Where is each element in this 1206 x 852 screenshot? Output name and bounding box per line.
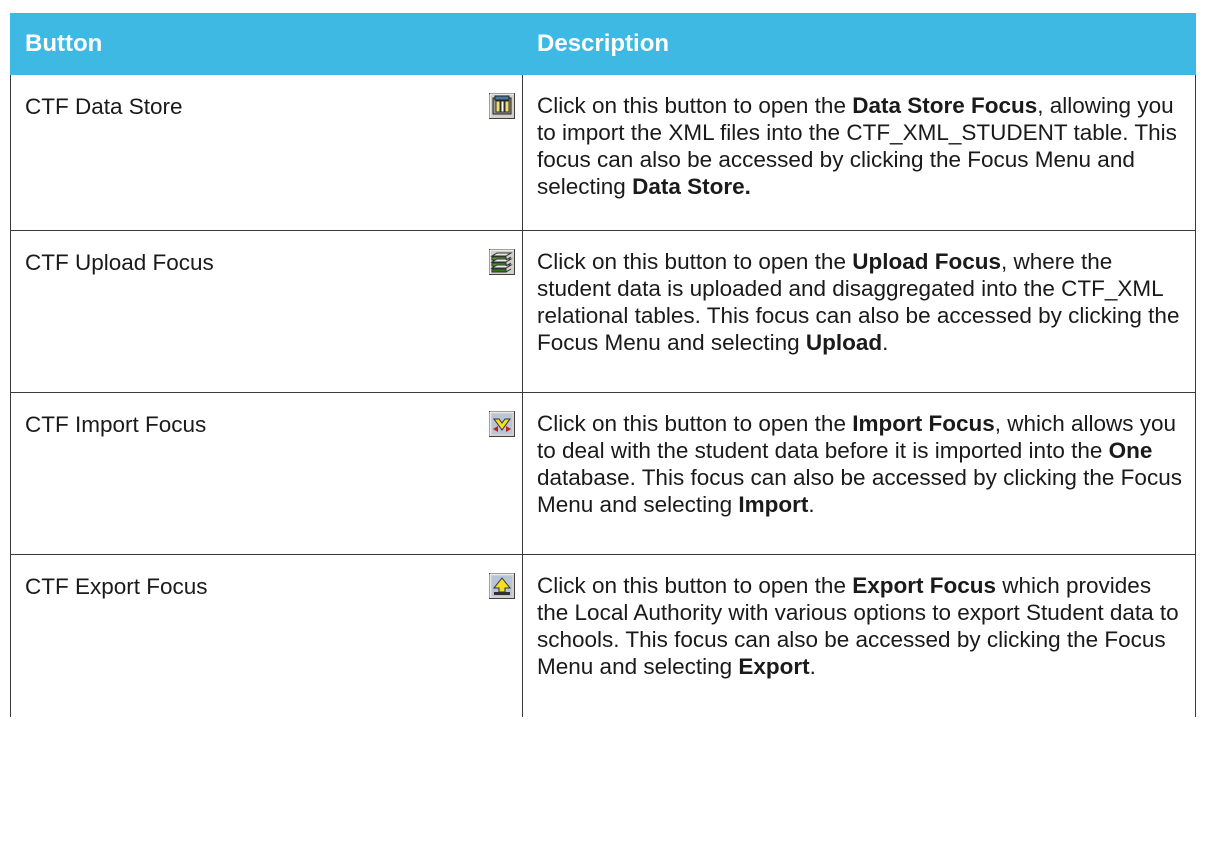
table-row: CTF Export Focus Click on this button to… [10,554,1196,717]
row-button-name: CTF Data Store [10,74,430,231]
row-description: Click on this button to open the Export … [522,554,1196,717]
header-description: Description [522,13,1196,75]
table-row: CTF Upload Focus Click on this button to… [10,230,1196,393]
data-store-icon[interactable] [488,93,515,119]
row-description: Click on this button to open the Data St… [522,74,1196,231]
row-description: Click on this button to open the Upload … [522,230,1196,393]
table-header-row: Button Description [9,13,1196,75]
row-button-name: CTF Export Focus [10,554,430,717]
button-description-table: Button Description CTF Data Store Click … [9,13,1196,717]
table-row: CTF Data Store Click on this button to o… [10,74,1196,231]
header-button: Button [9,13,524,75]
row-button-name: CTF Upload Focus [10,230,430,393]
row-button-name: CTF Import Focus [10,392,430,555]
upload-focus-icon[interactable] [488,249,515,275]
import-focus-icon[interactable] [488,411,515,437]
row-description: Click on this button to open the Import … [522,392,1196,555]
export-focus-icon[interactable] [488,573,515,599]
table-row: CTF Import Focus Click on this button to… [10,392,1196,555]
